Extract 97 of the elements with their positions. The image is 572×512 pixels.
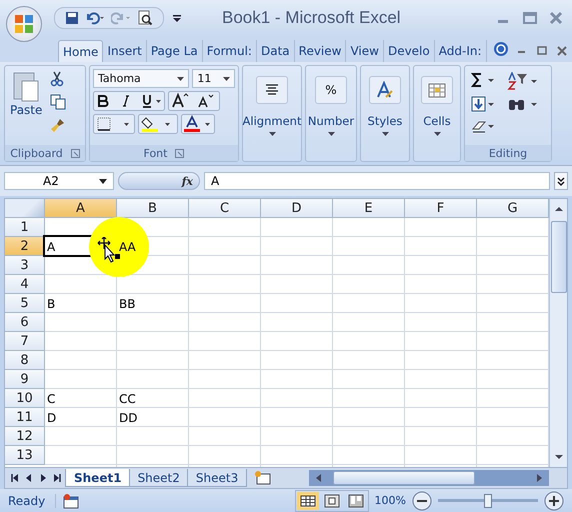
slider-thumb[interactable] bbox=[484, 494, 492, 508]
first-sheet-icon[interactable] bbox=[9, 473, 21, 483]
sheet-tab[interactable]: Sheet3 bbox=[186, 469, 248, 487]
font-color-icon[interactable] bbox=[181, 114, 215, 134]
row-header[interactable]: 9 bbox=[5, 370, 45, 389]
launcher-icon[interactable] bbox=[70, 148, 80, 158]
row-header[interactable]: 2 bbox=[5, 237, 45, 256]
row-header[interactable]: 10 bbox=[5, 389, 45, 408]
table-cell: D bbox=[47, 410, 56, 424]
help-icon[interactable] bbox=[492, 41, 508, 57]
percent-symbol: % bbox=[325, 83, 337, 97]
zoom-level: 100% bbox=[374, 494, 406, 507]
paste-button[interactable]: Paste bbox=[8, 69, 44, 142]
row-header[interactable]: 13 bbox=[5, 446, 45, 465]
table-cell: DD bbox=[119, 410, 138, 424]
name-box[interactable]: A2 bbox=[4, 172, 114, 190]
cells-icon bbox=[428, 82, 446, 98]
save-icon[interactable] bbox=[65, 11, 79, 25]
scroll-thumb[interactable] bbox=[550, 221, 566, 293]
table-cell: AA bbox=[119, 240, 136, 254]
office-button[interactable] bbox=[6, 6, 42, 42]
fill-handle[interactable] bbox=[115, 254, 120, 259]
row-header[interactable]: 8 bbox=[5, 351, 45, 370]
window-title: Book1 - Microsoft Excel bbox=[222, 8, 401, 28]
font-name-dropdown[interactable]: Tahoma bbox=[93, 69, 190, 88]
column-header[interactable]: F bbox=[405, 199, 477, 218]
horizontal-scrollbar[interactable] bbox=[309, 470, 549, 486]
print-preview-icon[interactable] bbox=[137, 10, 153, 26]
row-header[interactable]: 12 bbox=[5, 427, 45, 446]
expand-icon[interactable] bbox=[554, 172, 568, 190]
scissors-icon[interactable] bbox=[50, 71, 64, 87]
dropdown-arrow-icon bbox=[99, 178, 107, 184]
undo-icon[interactable] bbox=[85, 11, 105, 25]
zoom-in-icon[interactable] bbox=[544, 490, 564, 510]
insert-function-button[interactable]: fx bbox=[182, 174, 193, 188]
dropdown-arrow-icon bbox=[268, 132, 276, 136]
dropdown-icon[interactable] bbox=[172, 13, 182, 23]
column-header[interactable]: B bbox=[117, 199, 189, 218]
dropdown-arrow-icon bbox=[328, 132, 334, 136]
table-cell: CC bbox=[119, 392, 136, 406]
ribbon-group-button[interactable]: % Number bbox=[305, 65, 357, 162]
row-header[interactable]: 5 bbox=[5, 294, 45, 313]
row-header[interactable]: 11 bbox=[5, 408, 45, 427]
group-label: Clipboard bbox=[10, 146, 63, 160]
maximize-icon[interactable] bbox=[522, 11, 538, 25]
row-header[interactable]: 3 bbox=[5, 256, 45, 275]
row-header[interactable]: 4 bbox=[5, 275, 45, 294]
zoom-out-icon[interactable] bbox=[412, 490, 432, 510]
font-grow-shrink-icon[interactable] bbox=[168, 91, 220, 111]
fill-down-icon[interactable] bbox=[471, 96, 497, 112]
status-text: Ready bbox=[8, 494, 56, 508]
restore-icon[interactable] bbox=[534, 45, 548, 57]
row-header[interactable]: 6 bbox=[5, 313, 45, 332]
dropdown-arrow-icon bbox=[382, 132, 388, 136]
table-cell: B bbox=[47, 296, 56, 310]
column-header[interactable]: A bbox=[45, 199, 117, 218]
vertical-scrollbar[interactable] bbox=[549, 199, 567, 467]
brush-icon[interactable] bbox=[50, 117, 66, 133]
borders-icon[interactable] bbox=[93, 114, 135, 134]
table-cell: BB bbox=[119, 296, 136, 310]
scroll-thumb[interactable] bbox=[333, 471, 475, 485]
styles-icon bbox=[376, 81, 394, 99]
group-label: Editing bbox=[488, 146, 528, 160]
row-header[interactable]: 7 bbox=[5, 332, 45, 351]
office-logo-icon bbox=[13, 13, 35, 35]
dropdown-arrow-icon bbox=[434, 132, 440, 136]
fill-color-icon[interactable] bbox=[138, 114, 178, 134]
copy-icon[interactable] bbox=[50, 94, 66, 110]
sort-filter-icon[interactable] bbox=[507, 72, 539, 90]
ribbon-group-button[interactable]: Cells bbox=[413, 65, 461, 162]
autosum-icon[interactable] bbox=[471, 72, 497, 88]
record-macro-icon[interactable] bbox=[62, 492, 80, 508]
table-cell: A bbox=[47, 240, 56, 254]
zoom-slider[interactable] bbox=[438, 492, 538, 508]
column-header[interactable]: D bbox=[261, 199, 333, 218]
formula-input[interactable]: A bbox=[204, 172, 550, 190]
column-header[interactable]: E bbox=[333, 199, 405, 218]
sheet-tab[interactable]: Sheet1 bbox=[65, 469, 131, 487]
ribbon-group-button[interactable]: Alignment bbox=[242, 65, 302, 162]
normal-view-icon[interactable] bbox=[296, 492, 319, 510]
new-sheet-icon[interactable] bbox=[253, 470, 274, 486]
align-center-icon bbox=[265, 84, 279, 96]
table-cell: C bbox=[47, 392, 56, 406]
group-label: Font bbox=[144, 146, 168, 160]
sheet-tab[interactable]: Sheet2 bbox=[128, 469, 189, 487]
font-size-dropdown[interactable]: 11 bbox=[192, 69, 235, 88]
ribbon-tab[interactable]: Home bbox=[58, 40, 104, 62]
launcher-icon[interactable] bbox=[175, 148, 184, 158]
close-icon[interactable] bbox=[548, 11, 564, 25]
dropdown-arrow-icon bbox=[177, 76, 184, 80]
dropdown-arrow-icon bbox=[223, 76, 230, 80]
close-icon[interactable] bbox=[554, 45, 568, 57]
column-header[interactable]: G bbox=[477, 199, 549, 218]
ribbon-group-button[interactable]: Styles bbox=[360, 65, 410, 162]
row-header[interactable]: 1 bbox=[5, 218, 45, 237]
column-header[interactable]: C bbox=[189, 199, 261, 218]
last-sheet-icon[interactable] bbox=[51, 473, 63, 483]
